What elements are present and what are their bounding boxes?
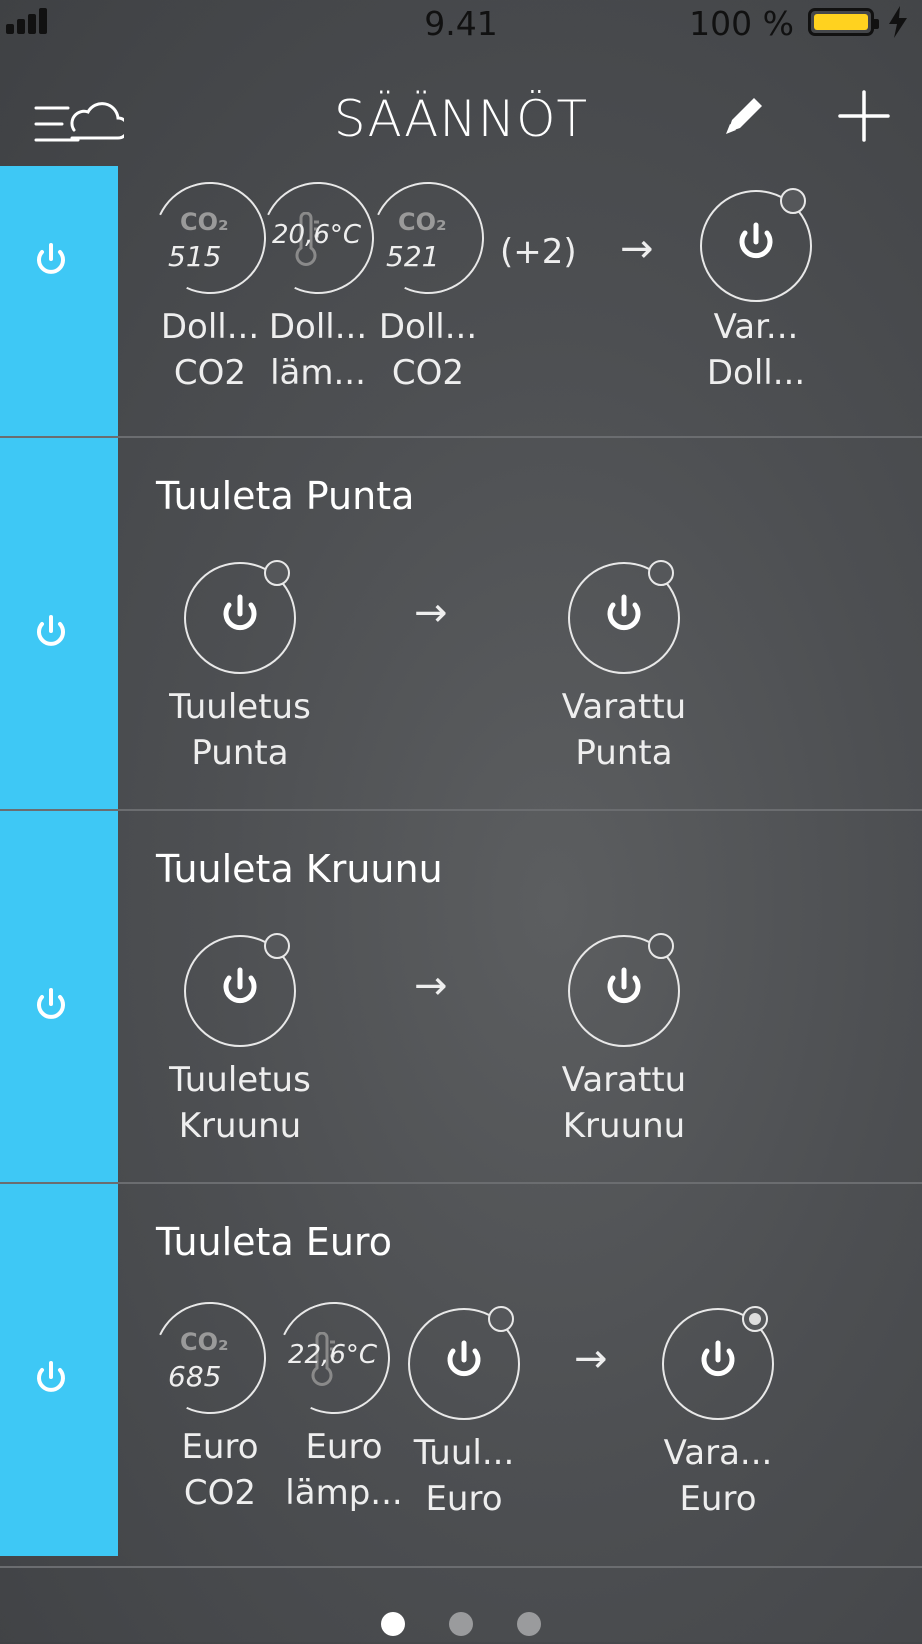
power-icon — [701, 1340, 735, 1377]
page-dot-active[interactable] — [381, 1612, 405, 1636]
power-icon — [607, 594, 641, 631]
arrow-icon: → — [414, 963, 448, 1009]
rule-title: Tuuleta Euro — [156, 1220, 392, 1264]
node-label-line1: Tuuletus — [169, 1060, 311, 1100]
node-label-line2: Punta — [191, 733, 289, 773]
rule-card[interactable]: Tuuleta Punta Tuuletus Punta → Varattu Pun… — [0, 438, 922, 811]
rule-toggle[interactable] — [0, 166, 118, 438]
node-label-line2: CO2 — [391, 353, 465, 393]
power-icon — [607, 967, 641, 1004]
page-dot[interactable] — [449, 1612, 473, 1636]
rule-card[interactable]: Tuuleta Euro CO₂ 685 Euro CO2 22,6°C Euro… — [0, 1184, 922, 1556]
status-dot — [648, 560, 674, 586]
more-conditions-count: (+2) — [500, 232, 577, 272]
footer-bar — [0, 1566, 922, 1644]
power-icon — [223, 594, 257, 631]
page-title: SÄÄNNÖT — [333, 90, 589, 148]
power-icon — [739, 222, 773, 259]
status-dot — [488, 1306, 514, 1332]
node-label-line2: Punta — [575, 733, 673, 773]
node-label-line1: Tuuletus — [169, 687, 311, 727]
power-icon — [37, 615, 65, 646]
rule-toggle[interactable] — [0, 438, 118, 811]
status-dot-active — [742, 1306, 768, 1332]
node-label-line1: Var... — [713, 307, 799, 347]
power-icon — [37, 243, 65, 274]
status-bar: 9.41 100 % — [0, 0, 922, 48]
node-label-line1: Tuul... — [413, 1433, 515, 1473]
node-label-line2: Kruunu — [178, 1106, 302, 1146]
rule-card[interactable]: CO₂ 515 Doll... CO2 20,6°C Doll... läm... … — [0, 166, 922, 438]
power-icon — [37, 988, 65, 1019]
battery-icon — [808, 8, 879, 36]
power-icon — [37, 1361, 65, 1392]
charging-bolt-icon — [889, 6, 907, 38]
rule-toggle[interactable] — [0, 811, 118, 1184]
plus-icon[interactable] — [838, 90, 890, 142]
rule-card[interactable]: Tuuleta Kruunu Tuuletus Kruunu → Varattu K… — [0, 811, 922, 1184]
nav-bar: SÄÄNNÖT — [0, 70, 922, 166]
node-label-line1: Doll... — [378, 307, 478, 347]
rule-toggle[interactable] — [0, 1184, 118, 1556]
node-label-line2: Euro — [679, 1479, 757, 1519]
node-label-line1: Varattu — [561, 687, 687, 727]
sensor-value: 515 — [168, 240, 222, 273]
rule-title: Tuuleta Punta — [156, 474, 415, 518]
rule-title: Tuuleta Kruunu — [156, 847, 443, 891]
node-label-line2: Doll... — [706, 353, 806, 393]
power-icon — [223, 967, 257, 1004]
sensor-value: 521 — [386, 240, 440, 273]
co2-badge: CO₂ — [180, 1328, 229, 1356]
status-dot — [264, 560, 290, 586]
page-dot[interactable] — [517, 1612, 541, 1636]
page-indicator[interactable] — [0, 1612, 922, 1640]
sensor-value: 22,6°C — [288, 1340, 378, 1370]
node-label-line1: Vara... — [663, 1433, 773, 1473]
status-dot — [780, 188, 806, 214]
arrow-icon: → — [414, 590, 448, 636]
sensor-value: 685 — [168, 1360, 222, 1393]
sensor-value: 20,6°C — [272, 220, 362, 250]
arrow-icon: → — [574, 1336, 608, 1382]
co2-badge: CO₂ — [180, 208, 229, 236]
power-icon — [447, 1340, 481, 1377]
status-dot — [648, 933, 674, 959]
arrow-icon: → — [620, 226, 654, 272]
co2-badge: CO₂ — [398, 208, 447, 236]
node-label-line2: Kruunu — [562, 1106, 686, 1146]
pencil-icon[interactable] — [722, 92, 768, 138]
node-label-line1: Varattu — [561, 1060, 687, 1100]
status-dot — [264, 933, 290, 959]
node-label-line2: Euro — [425, 1479, 503, 1519]
battery-percentage: 100 % — [689, 4, 794, 43]
